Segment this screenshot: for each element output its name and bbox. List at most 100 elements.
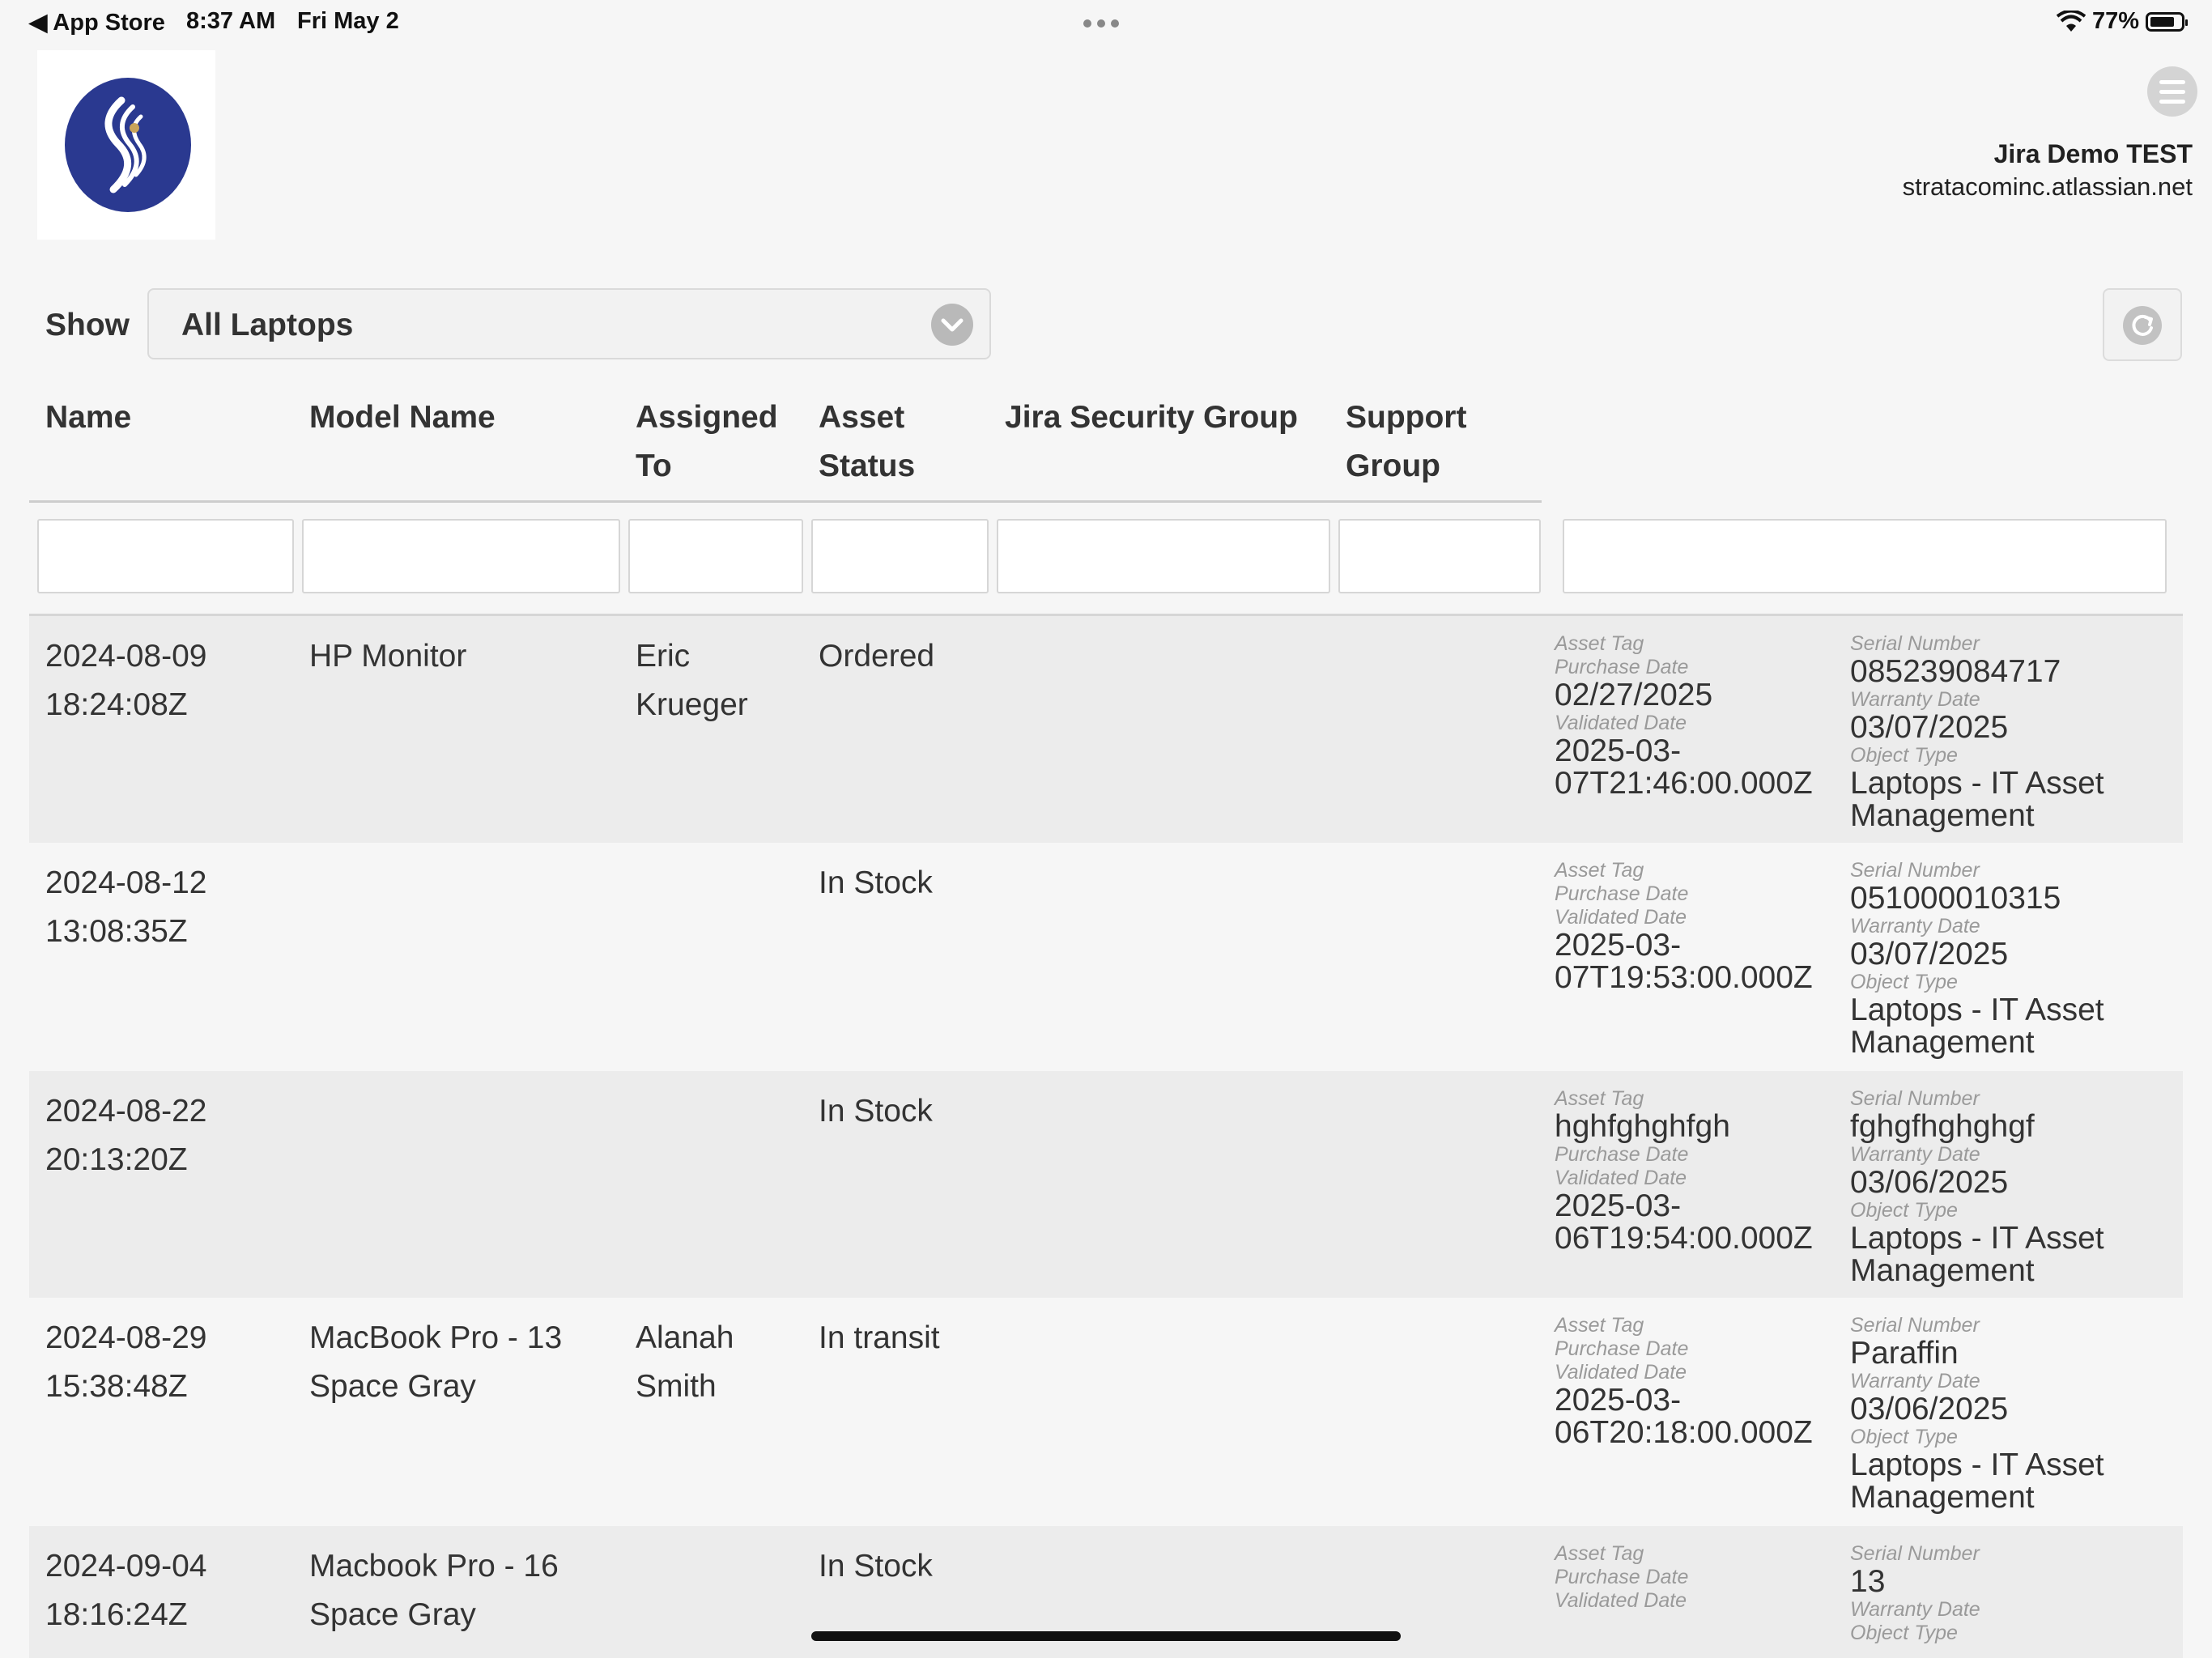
column-header-name[interactable]: Name (45, 393, 131, 442)
validated-date-label: Validated Date (1555, 906, 1687, 929)
validated-date-label: Validated Date (1555, 712, 1687, 734)
wifi-icon (2056, 10, 2086, 32)
validated-date-value: 2025-03- 07T21:46:00.000Z (1555, 733, 1813, 801)
refresh-icon (2123, 306, 2162, 345)
cell-asset-status: In Stock (819, 865, 933, 900)
purchase-date-label: Purchase Date (1555, 1337, 1689, 1360)
object-type-value: Laptops - IT Asset Management (1850, 1448, 2104, 1515)
cell-asset-status: In transit (819, 1320, 940, 1355)
filter-input-assigned-to[interactable] (628, 519, 803, 593)
cell-model-name: MacBook Pro - 13 Space Gray (309, 1320, 563, 1404)
battery-icon (2146, 11, 2188, 32)
asset-tag-label: Asset Tag (1555, 1542, 1644, 1565)
validated-date-label: Validated Date (1555, 1167, 1687, 1189)
cell-assigned-to: Alanah Smith (636, 1320, 734, 1404)
object-type-value: Laptops - IT Asset Management (1850, 993, 2104, 1060)
purchase-date-label: Purchase Date (1555, 1143, 1689, 1166)
asset-details: Serial Number 051000010315 Warranty Date… (1850, 859, 2174, 1059)
home-indicator[interactable] (811, 1631, 1401, 1641)
chevron-down-icon (931, 304, 973, 346)
cell-name: 2024-08-29 15:38:48Z (45, 1320, 207, 1404)
serial-number-value: 085239084717 (1850, 654, 2061, 689)
serial-number-label: Serial Number (1850, 859, 1980, 882)
view-select[interactable]: All Laptops (147, 288, 991, 359)
filter-input-details[interactable] (1563, 519, 2167, 593)
purchase-date-label: Purchase Date (1555, 882, 1689, 905)
column-header-support-group[interactable]: Support Group (1346, 393, 1466, 491)
view-select-value: All Laptops (181, 308, 354, 342)
object-type-value: Laptops - IT Asset Management (1850, 1221, 2104, 1288)
warranty-date-label: Warranty Date (1850, 915, 1980, 937)
org-url: stratacominc.atlassian.net (1902, 172, 2193, 201)
purchase-date-label: Purchase Date (1555, 656, 1689, 678)
serial-number-value: Paraffin (1850, 1336, 1959, 1371)
status-date: Fri May 2 (297, 8, 399, 34)
hamburger-menu-icon[interactable] (2147, 66, 2197, 117)
filter-input-support-group[interactable] (1338, 519, 1541, 593)
object-type-value: Laptops - IT Asset Management (1850, 766, 2104, 833)
cell-model-name: Macbook Pro - 16 Space Gray (309, 1549, 559, 1632)
validated-date-label: Validated Date (1555, 1589, 1687, 1612)
column-header-assigned-to[interactable]: Assigned To (636, 393, 778, 491)
serial-number-value: fghgfhghghgf (1850, 1109, 2035, 1144)
multitasking-dots-icon[interactable] (1083, 19, 1119, 28)
cell-asset-status: In Stock (819, 1094, 933, 1129)
asset-tag-label: Asset Tag (1555, 1314, 1644, 1337)
warranty-date-value: 03/07/2025 (1850, 710, 2009, 745)
serial-number-value: 13 (1850, 1564, 1886, 1599)
asset-details: Asset Tag Purchase Date Validated Date 2… (1555, 1314, 1846, 1449)
validated-date-value: 2025-03- 07T19:53:00.000Z (1555, 928, 1813, 995)
asset-details: Asset Tag Purchase Date Validated Date 2… (1555, 859, 1846, 994)
warranty-date-label: Warranty Date (1850, 1370, 1980, 1392)
refresh-button[interactable] (2103, 288, 2182, 361)
asset-tag-label: Asset Tag (1555, 632, 1644, 655)
warranty-date-label: Warranty Date (1850, 1143, 1980, 1166)
validated-date-label: Validated Date (1555, 1361, 1687, 1384)
status-bar: ◀ App Store 8:37 AM Fri May 2 77% (0, 0, 2212, 49)
column-header-model-name[interactable]: Model Name (309, 393, 496, 442)
serial-number-value: 051000010315 (1850, 881, 2061, 916)
cell-model-name: HP Monitor (309, 639, 467, 674)
object-type-label: Object Type (1850, 1622, 1958, 1644)
back-arrow-icon: ◀ (29, 10, 53, 36)
header-divider (29, 500, 1542, 503)
asset-tag-value: hghfghghfgh (1555, 1109, 1730, 1144)
back-to-app-store[interactable]: ◀ App Store (29, 8, 165, 36)
asset-details: Serial Number 085239084717 Warranty Date… (1850, 632, 2174, 832)
filter-input-name[interactable] (37, 519, 294, 593)
column-header-asset-status[interactable]: Asset Status (819, 393, 915, 491)
filter-input-asset-status[interactable] (811, 519, 989, 593)
status-time: 8:37 AM (186, 8, 276, 34)
table-row[interactable]: 2024-08-12 13:08:35Z In Stock Asset Tag … (29, 843, 2183, 1071)
asset-details: Asset Tag hghfghghfgh Purchase Date Vali… (1555, 1087, 1846, 1255)
filter-input-model-name[interactable] (302, 519, 620, 593)
table-row[interactable]: 2024-08-29 15:38:48Z MacBook Pro - 13 Sp… (29, 1298, 2183, 1526)
org-name: Jira Demo TEST (1993, 139, 2193, 168)
object-type-label: Object Type (1850, 971, 1958, 993)
table-row[interactable]: 2024-08-22 20:13:20Z In Stock Asset Tag … (29, 1071, 2183, 1298)
table-row[interactable]: 2024-08-09 18:24:08Z HP Monitor Eric Kru… (29, 616, 2183, 843)
show-label: Show (45, 308, 130, 342)
asset-tag-label: Asset Tag (1555, 859, 1644, 882)
cell-name: 2024-08-09 18:24:08Z (45, 639, 207, 722)
column-header-jira-security-group[interactable]: Jira Security Group (1005, 393, 1298, 442)
object-type-label: Object Type (1850, 1199, 1958, 1222)
status-indicators: 77% (2056, 8, 2188, 35)
warranty-date-label: Warranty Date (1850, 1598, 1980, 1621)
asset-details: Serial Number fghgfhghghgf Warranty Date… (1850, 1087, 2174, 1287)
validated-date-value: 2025-03- 06T19:54:00.000Z (1555, 1188, 1813, 1256)
purchase-date-value: 02/27/2025 (1555, 678, 1713, 712)
warranty-date-value: 03/07/2025 (1850, 937, 2009, 971)
serial-number-label: Serial Number (1850, 1314, 1980, 1337)
warranty-date-value: 03/06/2025 (1850, 1392, 2009, 1426)
serial-number-label: Serial Number (1850, 1087, 1980, 1110)
stratacom-logo-icon (65, 78, 191, 212)
warranty-date-value: 03/06/2025 (1850, 1165, 2009, 1200)
battery-percent: 77% (2091, 8, 2139, 34)
object-type-label: Object Type (1850, 744, 1958, 767)
cell-assigned-to: Eric Krueger (636, 639, 748, 722)
cell-name: 2024-08-12 13:08:35Z (45, 865, 207, 949)
serial-number-label: Serial Number (1850, 632, 1980, 655)
asset-details: Asset Tag Purchase Date 02/27/2025 Valid… (1555, 632, 1846, 800)
filter-input-jira-security-group[interactable] (997, 519, 1330, 593)
